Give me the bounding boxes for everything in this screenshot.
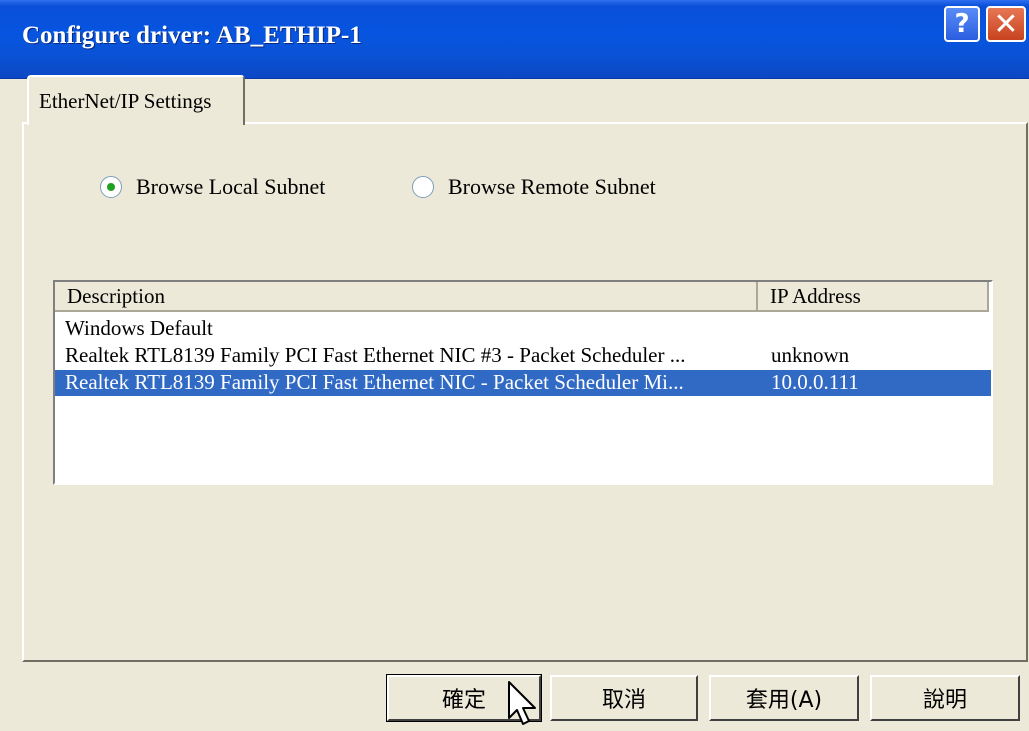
title-bar: Configure driver: AB_ETHIP-1 ? ✕ (0, 0, 1029, 79)
radio-unselected-icon[interactable] (412, 176, 434, 198)
tab-ethernet-ip-settings[interactable]: EtherNet/IP Settings (27, 75, 245, 125)
window-title: Configure driver: AB_ETHIP-1 (22, 22, 362, 49)
radio-label-local: Browse Local Subnet (136, 174, 326, 199)
radio-label-remote: Browse Remote Subnet (448, 174, 656, 199)
list-item-selected[interactable]: Realtek RTL8139 Family PCI Fast Ethernet… (55, 370, 991, 396)
close-icon[interactable]: ✕ (986, 6, 1026, 42)
list-item-ip: 10.0.0.111 (771, 370, 859, 394)
list-item-description: Realtek RTL8139 Family PCI Fast Ethernet… (65, 370, 684, 394)
list-item-ip: unknown (771, 343, 850, 367)
list-item-description: Realtek RTL8139 Family PCI Fast Ethernet… (65, 343, 686, 367)
list-item[interactable]: Realtek RTL8139 Family PCI Fast Ethernet… (55, 343, 991, 369)
apply-button[interactable]: 套用(A) (709, 675, 859, 721)
column-header-description[interactable]: Description (55, 282, 758, 312)
radio-selected-icon[interactable] (100, 176, 122, 198)
adapter-listbox[interactable]: Description IP Address Windows Default R… (53, 280, 993, 485)
help-icon[interactable]: ? (944, 6, 980, 42)
radio-browse-remote-subnet[interactable]: Browse Remote Subnet (412, 172, 656, 202)
mouse-cursor-icon (508, 681, 536, 725)
column-header-ip-address[interactable]: IP Address (758, 282, 989, 312)
list-item[interactable]: Windows Default (55, 316, 991, 342)
help-button[interactable]: 說明 (870, 675, 1020, 721)
cancel-button[interactable]: 取消 (550, 675, 698, 721)
list-item-description: Windows Default (65, 316, 213, 340)
radio-browse-local-subnet[interactable]: Browse Local Subnet (100, 172, 325, 202)
